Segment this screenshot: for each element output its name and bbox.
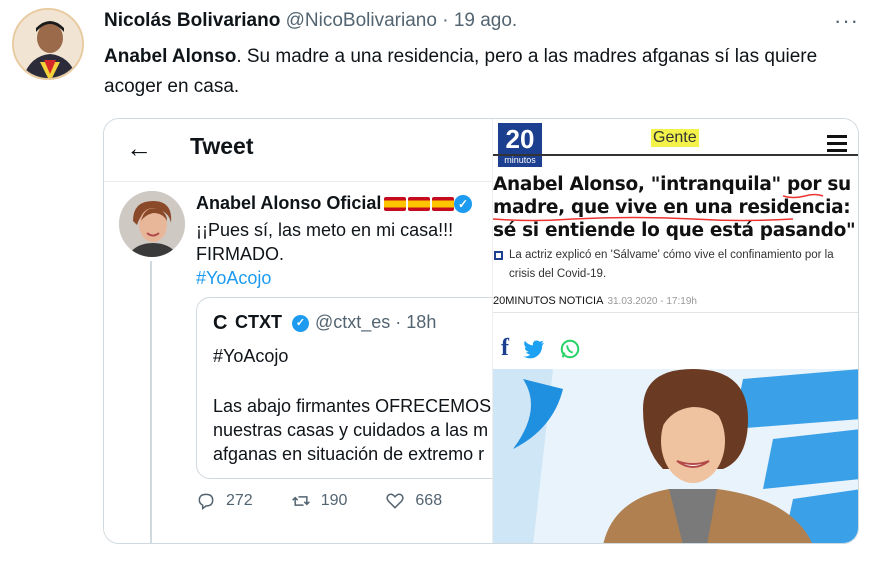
quoted-tweet: C CTXT ✓ @ctxt_es · 18h #YoAcojo Las aba… <box>196 297 506 479</box>
tweet-text: Anabel Alonso. Su madre a una residencia… <box>104 42 844 102</box>
quoted-body: Las abajo firmantes OFRECEMOS nuestras c… <box>213 394 505 466</box>
article-subtitle: La actriz explicó en 'Sálvame' cómo vive… <box>509 249 834 280</box>
mention-bold: Anabel Alonso <box>104 46 237 67</box>
tweet-media[interactable]: ← Tweet Anabel Alonso Oficial ✓ ¡¡Pues s… <box>103 118 859 544</box>
quoted-body-line: nuestras casas y cuidados a las m <box>213 420 489 440</box>
quoted-body-line: Las abajo firmantes OFRECEMOS <box>213 396 492 416</box>
like-action: 668 <box>385 491 442 511</box>
article-byline: 20MINUTOS NOTICIA 31.03.2020 - 17:19h <box>493 295 697 307</box>
more-options-icon[interactable]: ··· <box>834 8 859 34</box>
quoted-handle-time: @ctxt_es · 18h <box>315 312 437 332</box>
embedded-actions: 272 190 668 <box>196 491 480 511</box>
divider <box>104 181 492 182</box>
embedded-tweet-screenshot: ← Tweet Anabel Alonso Oficial ✓ ¡¡Pues s… <box>104 119 506 543</box>
verified-badge-icon: ✓ <box>454 195 472 213</box>
author-avatar[interactable] <box>12 8 84 80</box>
retweet-icon <box>291 496 310 506</box>
headline-underlines <box>493 193 824 222</box>
separator-dot: · <box>442 10 449 31</box>
spain-flag-icon <box>432 197 454 211</box>
author-name[interactable]: Nicolás Bolivariano <box>104 10 280 31</box>
verified-badge-icon: ✓ <box>292 315 309 332</box>
quoted-body-line: afganas en situación de extremo r <box>213 444 485 464</box>
embedded-hashtag: #YoAcojo <box>196 268 272 288</box>
spain-flags <box>384 197 454 211</box>
quoted-hashtag: #YoAcojo <box>213 346 289 366</box>
embedded-avatar <box>119 191 185 257</box>
back-arrow-icon: ← <box>126 133 152 163</box>
retweet-action: 190 <box>291 491 348 511</box>
ctxt-logo-icon: C <box>213 312 228 334</box>
divider <box>493 312 858 313</box>
twitter-icon <box>523 339 545 358</box>
share-buttons: f <box>501 335 581 362</box>
quoted-author-name: CTXT <box>235 312 282 332</box>
article-photo <box>493 369 858 543</box>
author-handle[interactable]: @NicoBolivariano <box>286 10 437 31</box>
embedded-text-line-1: ¡¡Pues sí, las meto en mi casa!!! <box>196 220 454 240</box>
byline-source: 20MINUTOS NOTICIA <box>493 295 604 307</box>
like-count: 668 <box>415 492 443 509</box>
reply-count: 272 <box>226 492 253 509</box>
whatsapp-icon <box>560 339 580 358</box>
thread-line <box>150 261 152 543</box>
retweet-count: 190 <box>320 492 348 509</box>
bullet-square-icon <box>494 251 503 260</box>
reply-action: 272 <box>196 491 253 511</box>
tweet-header: Nicolás Bolivariano @NicoBolivariano · 1… <box>104 10 517 32</box>
spain-flag-icon <box>408 197 430 211</box>
embedded-text-line-2: FIRMADO. <box>196 244 284 264</box>
byline-datetime: 31.03.2020 - 17:19h <box>607 296 697 307</box>
embedded-author-name: Anabel Alonso Oficial <box>196 193 382 213</box>
article-screenshot: 20 minutos Gente Anabel Alonso, "intranq… <box>492 119 858 543</box>
heart-icon <box>386 493 405 509</box>
embedded-header-title: Tweet <box>190 133 254 159</box>
facebook-icon: f <box>501 335 509 361</box>
reply-icon <box>198 493 214 510</box>
spain-flag-icon <box>384 197 406 211</box>
tweet-date[interactable]: 19 ago. <box>454 10 517 31</box>
